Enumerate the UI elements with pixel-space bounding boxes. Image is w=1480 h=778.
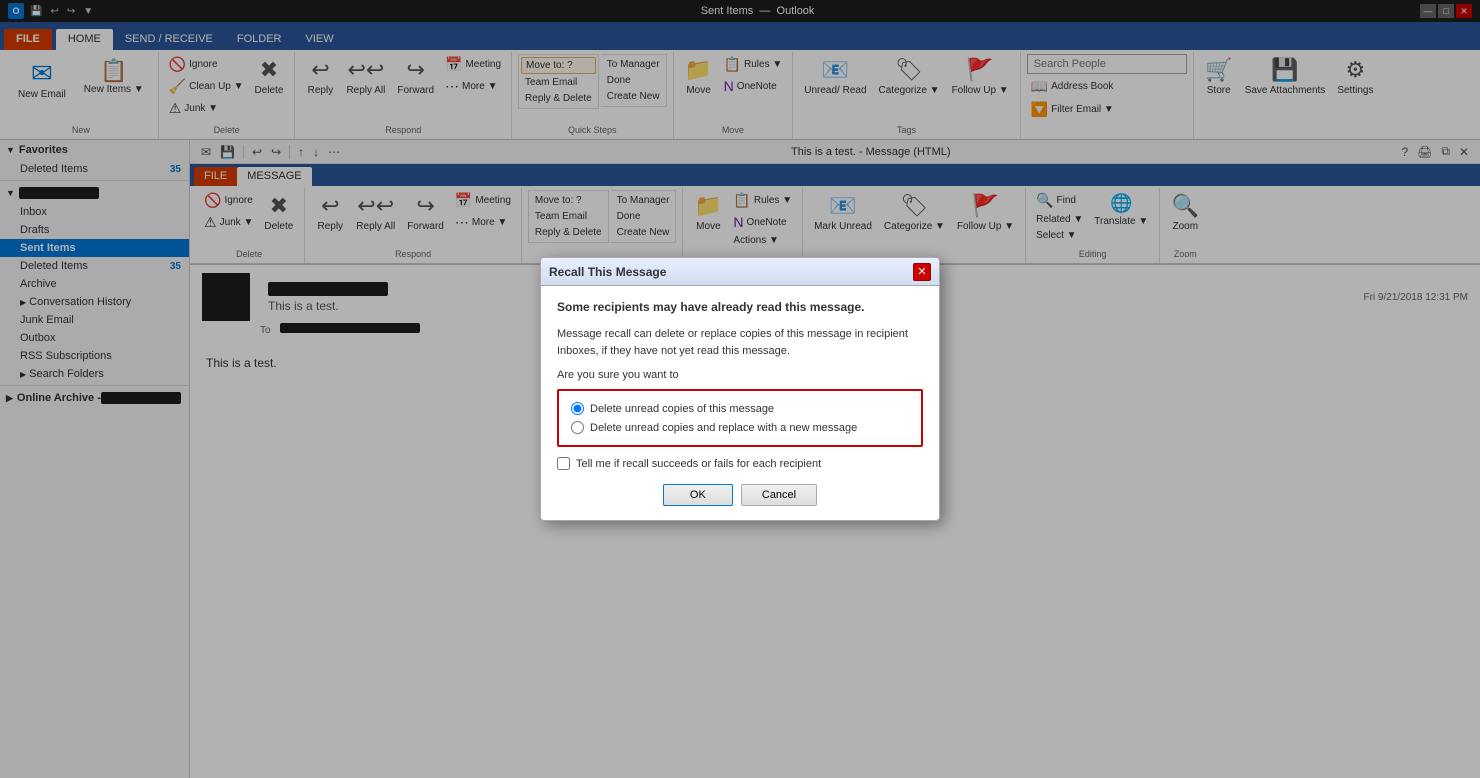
dialog-option2[interactable]: Delete unread copies and replace with a …	[571, 418, 909, 437]
dialog-option1[interactable]: Delete unread copies of this message	[571, 399, 909, 418]
checkbox-label: Tell me if recall succeeds or fails for …	[576, 458, 821, 470]
dialog-question: Are you sure you want to	[557, 369, 923, 381]
dialog-ok-btn[interactable]: OK	[663, 484, 733, 506]
dialog-checkbox-row[interactable]: Tell me if recall succeeds or fails for …	[557, 457, 923, 470]
dialog-close-btn[interactable]: ✕	[913, 263, 931, 281]
dialog-title: Recall This Message	[549, 265, 913, 279]
dialog-cancel-btn[interactable]: Cancel	[741, 484, 817, 506]
dialog-options: Delete unread copies of this message Del…	[557, 389, 923, 447]
dialog-buttons: OK Cancel	[557, 484, 923, 506]
dialog-overlay: Recall This Message ✕ Some recipients ma…	[0, 0, 1480, 778]
radio-option1[interactable]	[571, 402, 584, 415]
dialog-description: Message recall can delete or replace cop…	[557, 326, 923, 359]
recall-dialog: Recall This Message ✕ Some recipients ma…	[540, 257, 940, 521]
radio-option2[interactable]	[571, 421, 584, 434]
dialog-body: Some recipients may have already read th…	[541, 286, 939, 520]
recall-checkbox[interactable]	[557, 457, 570, 470]
dialog-titlebar: Recall This Message ✕	[541, 258, 939, 286]
option2-label: Delete unread copies and replace with a …	[590, 422, 857, 434]
option1-label: Delete unread copies of this message	[590, 403, 774, 415]
dialog-warning-text: Some recipients may have already read th…	[557, 300, 923, 314]
